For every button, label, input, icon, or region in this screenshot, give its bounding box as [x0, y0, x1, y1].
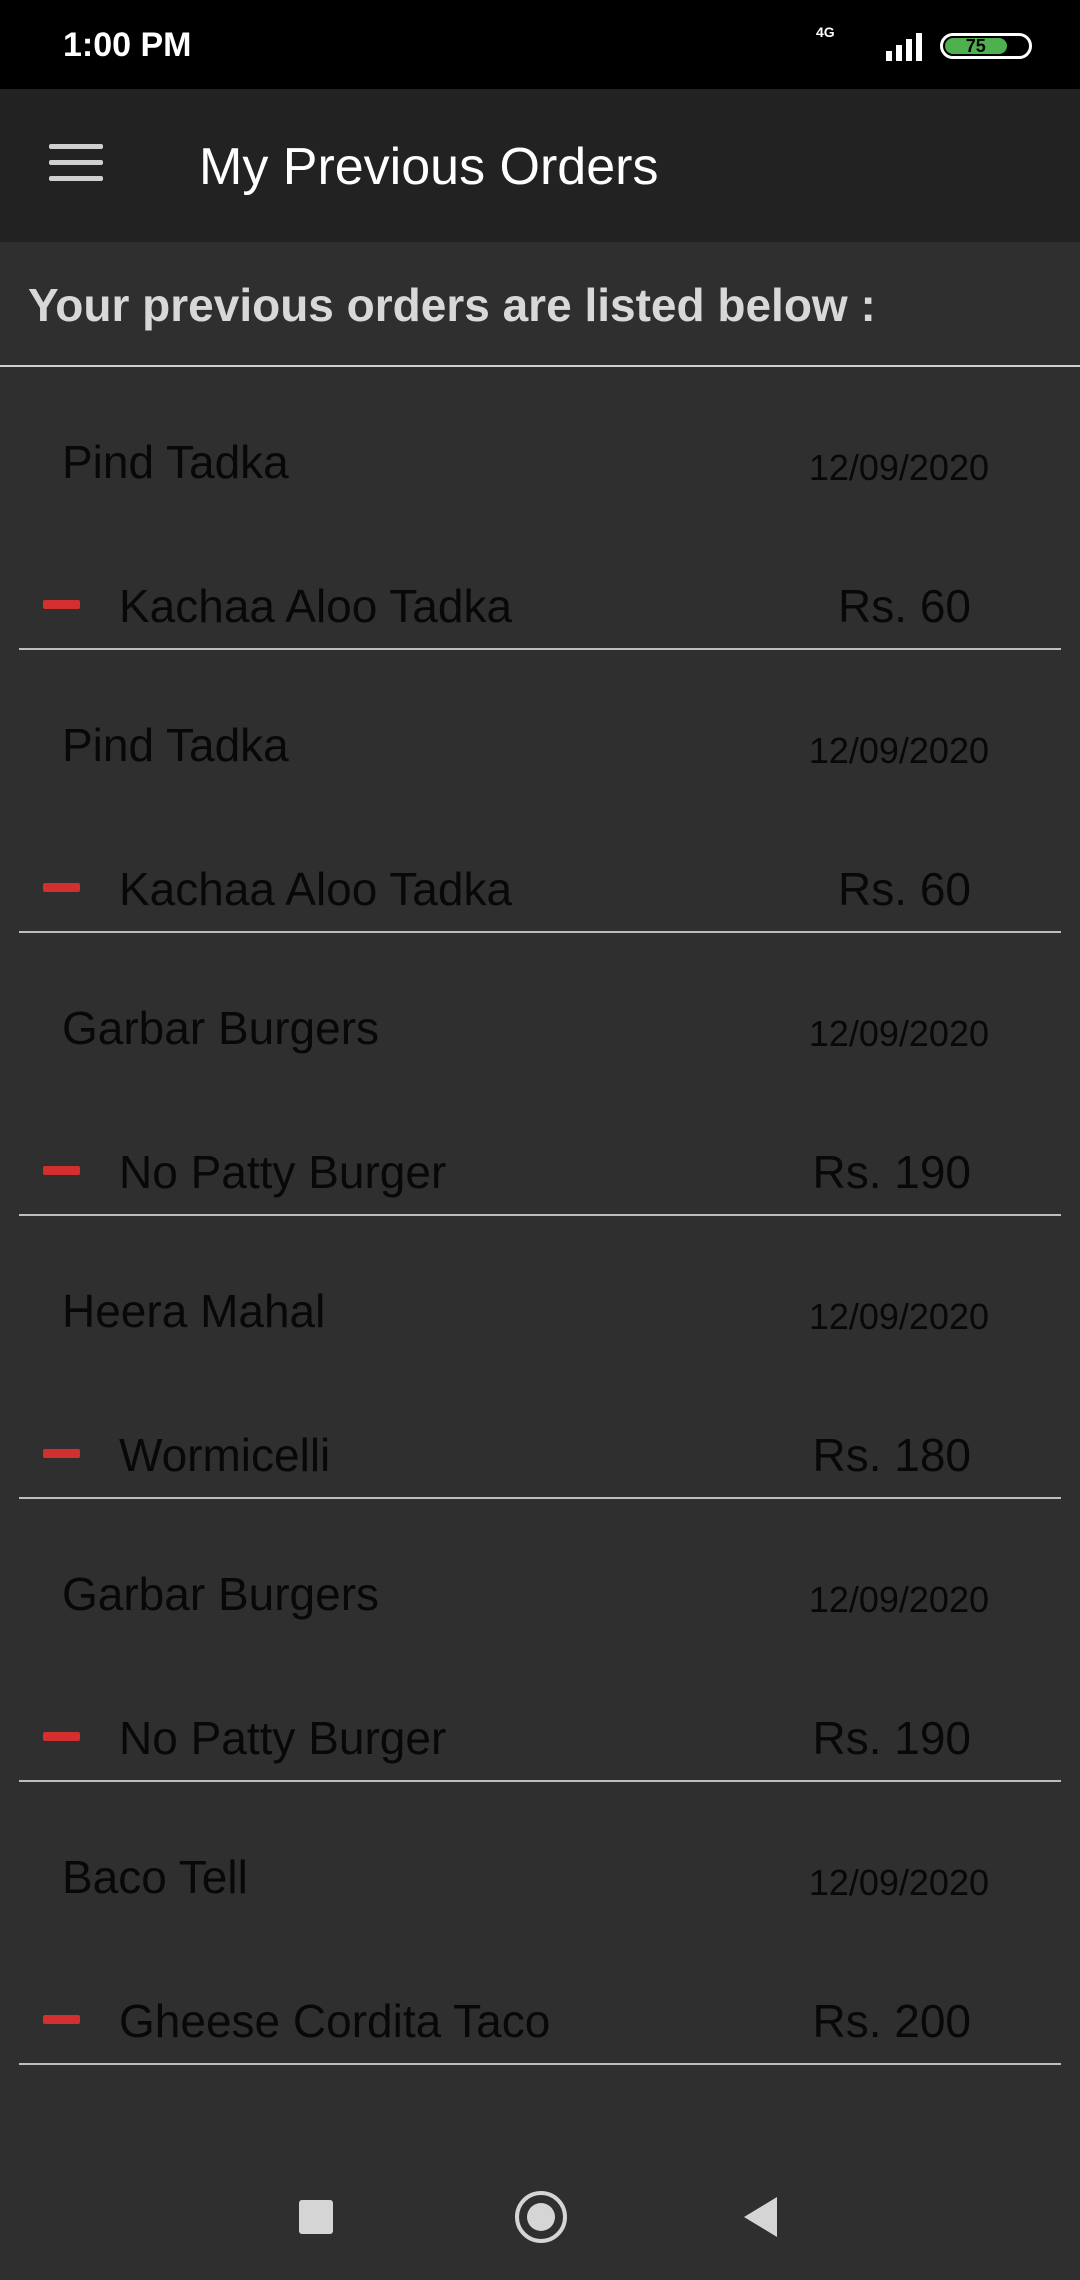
status-bar: 1:00 PM 4G 75: [0, 0, 1080, 89]
app-bar: My Previous Orders: [0, 89, 1080, 242]
item-name: Gheese Cordita Taco: [119, 1995, 551, 2047]
order-date: 12/09/2020: [808, 447, 989, 488]
minus-icon: [43, 600, 80, 609]
restaurant-name: Pind Tadka: [62, 719, 289, 771]
restaurant-name: Pind Tadka: [62, 436, 289, 488]
order-card[interactable]: Garbar Burgers 12/09/2020 No Patty Burge…: [19, 933, 1061, 1216]
orders-list: Pind Tadka 12/09/2020 Kachaa Aloo Tadka …: [0, 367, 1080, 2065]
orders-subheader: Your previous orders are listed below :: [0, 242, 1080, 367]
item-price: Rs. 60: [838, 863, 971, 915]
item-price: Rs. 190: [812, 1146, 971, 1198]
recents-icon[interactable]: [299, 2200, 333, 2234]
item-name: No Patty Burger: [119, 1712, 447, 1764]
home-icon[interactable]: [515, 2191, 567, 2243]
minus-icon: [43, 1732, 80, 1741]
order-card[interactable]: Pind Tadka 12/09/2020 Kachaa Aloo Tadka …: [19, 367, 1061, 650]
restaurant-name: Garbar Burgers: [62, 1002, 380, 1054]
order-date: 12/09/2020: [808, 730, 989, 771]
item-price: Rs. 60: [838, 580, 971, 632]
item-name: Wormicelli: [119, 1429, 331, 1481]
hamburger-menu-icon[interactable]: [49, 144, 103, 184]
order-date: 12/09/2020: [808, 1862, 989, 1903]
restaurant-name: Garbar Burgers: [62, 1568, 380, 1620]
status-time: 1:00 PM: [63, 26, 192, 64]
order-card[interactable]: Heera Mahal 12/09/2020 Wormicelli Rs. 18…: [19, 1216, 1061, 1499]
back-icon[interactable]: [744, 2197, 777, 2237]
battery-icon: 75: [940, 33, 1032, 59]
order-date: 12/09/2020: [808, 1013, 989, 1054]
order-card[interactable]: Pind Tadka 12/09/2020 Kachaa Aloo Tadka …: [19, 650, 1061, 933]
order-date: 12/09/2020: [808, 1579, 989, 1620]
battery-level: 75: [945, 36, 1007, 56]
minus-icon: [43, 1166, 80, 1175]
network-label: 4G: [816, 24, 835, 40]
status-icons: 4G 75: [816, 24, 1032, 66]
order-card[interactable]: Garbar Burgers 12/09/2020 No Patty Burge…: [19, 1499, 1061, 1782]
minus-icon: [43, 1449, 80, 1458]
signal-icon: [886, 31, 922, 61]
minus-icon: [43, 883, 80, 892]
subheader-text: Your previous orders are listed below :: [28, 279, 876, 331]
restaurant-name: Baco Tell: [62, 1851, 248, 1903]
item-price: Rs. 200: [812, 1995, 971, 2047]
item-price: Rs. 180: [812, 1429, 971, 1481]
navigation-bar: [0, 2140, 1080, 2280]
order-date: 12/09/2020: [808, 1296, 989, 1337]
item-name: Kachaa Aloo Tadka: [119, 580, 513, 632]
page-title: My Previous Orders: [199, 138, 659, 196]
item-name: Kachaa Aloo Tadka: [119, 863, 513, 915]
restaurant-name: Heera Mahal: [62, 1285, 326, 1337]
minus-icon: [43, 2015, 80, 2024]
item-price: Rs. 190: [812, 1712, 971, 1764]
order-card[interactable]: Baco Tell 12/09/2020 Gheese Cordita Taco…: [19, 1782, 1061, 2065]
item-name: No Patty Burger: [119, 1146, 447, 1198]
